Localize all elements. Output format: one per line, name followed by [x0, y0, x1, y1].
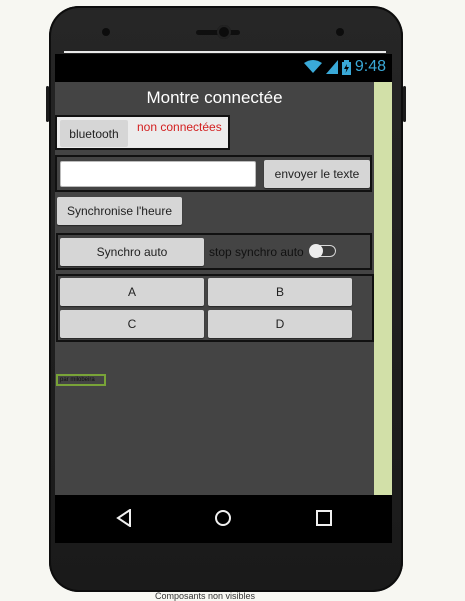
- credit-label: par milobeira: [56, 374, 106, 386]
- recents-icon[interactable]: [315, 509, 333, 527]
- status-bar: 9:48: [55, 54, 392, 82]
- message-input[interactable]: [60, 161, 256, 187]
- home-icon[interactable]: [214, 509, 232, 527]
- battery-icon: [341, 59, 351, 75]
- front-camera: [217, 25, 231, 39]
- stop-auto-sync-toggle[interactable]: [309, 244, 336, 258]
- power-button: [403, 86, 406, 122]
- toggle-knob: [309, 244, 323, 258]
- button-a[interactable]: A: [60, 278, 204, 306]
- sensor-dot-right: [336, 28, 344, 36]
- connection-status: non connectées: [137, 120, 222, 134]
- app-content: Montre connectée bluetooth non connectée…: [55, 82, 374, 495]
- navigation-bar: [55, 495, 392, 543]
- send-text-button[interactable]: envoyer le texte: [264, 160, 370, 188]
- back-icon[interactable]: [115, 509, 133, 527]
- status-time: 9:48: [354, 58, 386, 75]
- button-c[interactable]: C: [60, 310, 204, 338]
- sync-time-button[interactable]: Synchronise l'heure: [57, 197, 182, 225]
- non-visible-components-label: Composants non visibles: [155, 591, 256, 601]
- scroll-strip: [374, 82, 392, 495]
- auto-sync-row: Synchro auto stop synchro auto: [56, 233, 372, 270]
- button-b[interactable]: B: [208, 278, 352, 306]
- top-divider: [64, 51, 386, 53]
- bluetooth-button[interactable]: bluetooth: [60, 120, 128, 147]
- bluetooth-row: bluetooth non connectées: [55, 115, 230, 150]
- volume-button: [46, 86, 49, 122]
- stop-auto-sync-label: stop synchro auto: [209, 245, 304, 259]
- letter-grid: A B C D: [56, 274, 374, 342]
- page-title: Montre connectée: [146, 88, 283, 107]
- wifi-icon: [303, 60, 322, 73]
- auto-sync-button[interactable]: Synchro auto: [60, 238, 204, 266]
- phone-screen: 9:48 Montre connectée bluetooth non conn…: [55, 54, 392, 495]
- send-text-row: envoyer le texte: [55, 155, 372, 192]
- sensor-dot: [102, 28, 110, 36]
- signal-icon: [325, 60, 338, 74]
- button-d[interactable]: D: [208, 310, 352, 338]
